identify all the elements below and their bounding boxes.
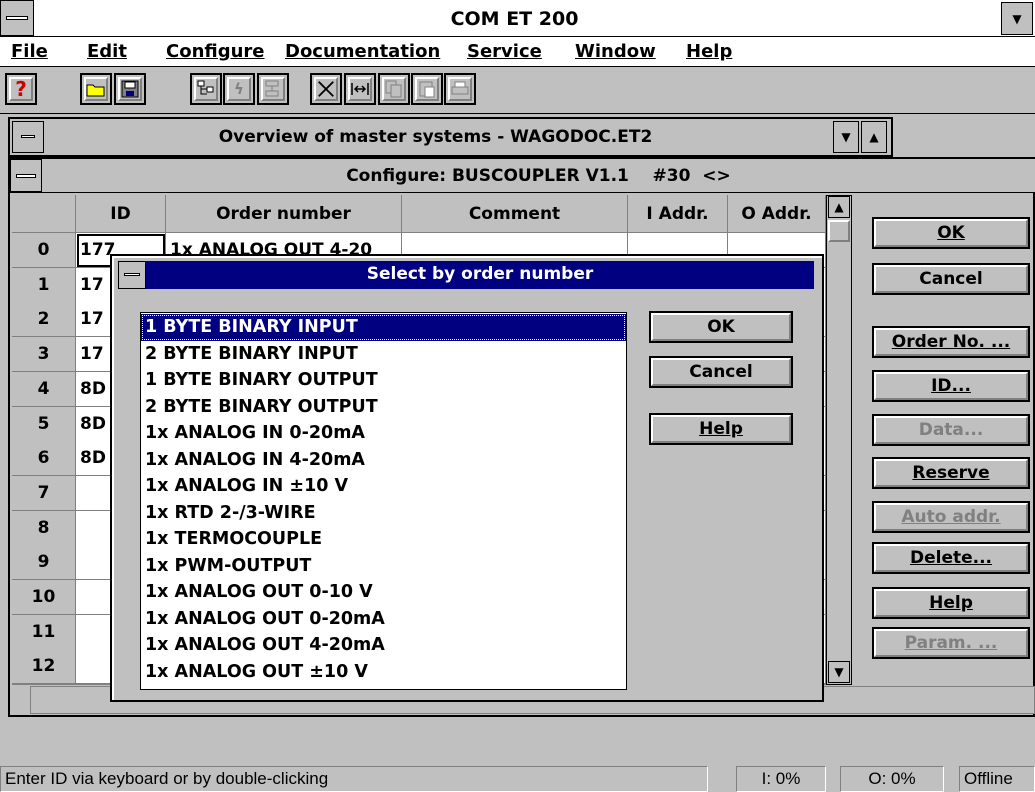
- listbox-item[interactable]: 1 BYTE BINARY INPUT: [141, 314, 626, 341]
- row-number: 1: [12, 268, 76, 303]
- dialog-help-button[interactable]: Help: [649, 413, 793, 445]
- column-header-order-number: Order number: [166, 195, 402, 233]
- app-title-bar: COM ET 200 ▼: [0, 0, 1035, 37]
- column-header-comment: Comment: [402, 195, 628, 233]
- dialog-system-menu-icon[interactable]: [118, 261, 146, 289]
- listbox-item[interactable]: 1x ANALOG IN 4-20mA: [141, 447, 626, 474]
- listbox-item[interactable]: 1 BYTE BINARY OUTPUT: [141, 367, 626, 394]
- listbox-item[interactable]: 1x ANALOG IN ±10 V: [141, 473, 626, 500]
- status-input-load: I: 0%: [736, 766, 826, 792]
- row-number: 4: [12, 372, 76, 407]
- column-header-i-addr: I Addr.: [628, 195, 728, 233]
- dialog-title: Select by order number: [366, 264, 594, 284]
- row-number: 12: [12, 649, 76, 684]
- row-number: 3: [12, 337, 76, 372]
- move-icon[interactable]: [344, 73, 376, 105]
- configure-system-menu-icon[interactable]: [10, 159, 42, 192]
- copy-icon: [378, 73, 410, 105]
- listbox-item[interactable]: 2 BYTE BINARY INPUT: [141, 341, 626, 368]
- row-number: 0: [12, 233, 76, 268]
- status-mode: Offline: [959, 766, 1035, 792]
- overview-maximize-button[interactable]: ▲: [861, 121, 887, 153]
- column-header-o-addr: O Addr.: [728, 195, 826, 233]
- dialog-cancel-button[interactable]: Cancel: [649, 356, 793, 388]
- listbox-item[interactable]: 1x ANALOG OUT 0-20mA: [141, 606, 626, 633]
- config-tree-icon: [257, 73, 289, 105]
- scissors-icon[interactable]: [310, 73, 342, 105]
- menu-documentation[interactable]: Documentation: [285, 41, 440, 62]
- select-dialog-title-bar: Select by order number: [118, 261, 814, 289]
- order-no-button[interactable]: Order No. ...: [872, 326, 1030, 358]
- menu-file[interactable]: File: [11, 41, 48, 62]
- id-button[interactable]: ID...: [872, 370, 1030, 402]
- scroll-up-arrow-icon[interactable]: ▲: [828, 196, 850, 218]
- minimize-button[interactable]: ▼: [1001, 2, 1033, 35]
- column-header-id: ID: [76, 195, 166, 233]
- overview-window: Overview of master systems - WAGODOC.ET2…: [8, 117, 893, 157]
- scroll-down-arrow-icon[interactable]: ▼: [828, 661, 850, 683]
- grid-corner: [12, 195, 76, 233]
- status-message: Enter ID via keyboard or by double-click…: [0, 766, 708, 792]
- app-title: COM ET 200: [450, 8, 579, 30]
- cancel-button[interactable]: Cancel: [872, 263, 1030, 295]
- lightning-icon: ϟ: [223, 73, 255, 105]
- overview-system-menu-icon[interactable]: [12, 121, 44, 153]
- listbox-item[interactable]: 1x PWM-OUTPUT: [141, 553, 626, 580]
- paste-icon: [411, 73, 443, 105]
- overview-title: Overview of master systems - WAGODOC.ET2: [218, 127, 653, 147]
- save-icon[interactable]: [114, 73, 146, 105]
- row-number: 2: [12, 302, 76, 337]
- scroll-thumb[interactable]: [828, 220, 850, 242]
- print-icon: [444, 73, 476, 105]
- row-number: 11: [12, 615, 76, 650]
- system-menu-icon[interactable]: [0, 0, 34, 36]
- status-output-load: O: 0%: [840, 766, 944, 792]
- ok-button[interactable]: OK: [872, 217, 1030, 249]
- listbox-item[interactable]: 1x RTD 2-/3-WIRE: [141, 500, 626, 527]
- order-number-listbox[interactable]: 1 BYTE BINARY INPUT 2 BYTE BINARY INPUT 1 …: [140, 312, 627, 690]
- menu-edit[interactable]: Edit: [87, 41, 127, 62]
- listbox-item[interactable]: 1x ANALOG OUT 4-20mA: [141, 632, 626, 659]
- auto-addr-button: Auto addr.: [872, 501, 1030, 533]
- data-button: Data...: [872, 414, 1030, 446]
- listbox-item[interactable]: 1x ANALOG OUT ±10 V: [141, 659, 626, 686]
- listbox-item[interactable]: 1x ANALOG IN 0-20mA: [141, 420, 626, 447]
- delete-button[interactable]: Delete...: [872, 542, 1030, 574]
- row-number: 5: [12, 407, 76, 442]
- menu-configure[interactable]: Configure: [166, 41, 265, 62]
- grid-scrollbar[interactable]: ▲ ▼: [826, 195, 852, 685]
- menu-service[interactable]: Service: [467, 41, 542, 62]
- help-question-icon[interactable]: ?: [5, 73, 37, 105]
- row-number: 9: [12, 545, 76, 580]
- configure-title: Configure: BUSCOUPLER V1.1 #30 <>: [346, 166, 731, 186]
- menu-help[interactable]: Help: [686, 41, 732, 62]
- param-button: Param. ...: [872, 627, 1030, 659]
- listbox-item[interactable]: 1x TERMOCOUPLE: [141, 526, 626, 553]
- listbox-item[interactable]: 2 BYTE BINARY OUTPUT: [141, 394, 626, 421]
- row-number: 10: [12, 580, 76, 615]
- help-button[interactable]: Help: [872, 587, 1030, 619]
- dialog-ok-button[interactable]: OK: [649, 311, 793, 343]
- row-number: 8: [12, 511, 76, 546]
- configure-title-bar: Configure: BUSCOUPLER V1.1 #30 <>: [10, 159, 1035, 193]
- open-folder-icon[interactable]: [80, 73, 112, 105]
- menu-window[interactable]: Window: [575, 41, 656, 62]
- overview-minimize-button[interactable]: ▼: [833, 121, 859, 153]
- tree-icon[interactable]: [190, 73, 222, 105]
- row-number: 6: [12, 441, 76, 476]
- row-number: 7: [12, 476, 76, 511]
- reserve-button[interactable]: Reserve: [872, 457, 1030, 489]
- listbox-item[interactable]: 1x ANALOG OUT 0-10 V: [141, 579, 626, 606]
